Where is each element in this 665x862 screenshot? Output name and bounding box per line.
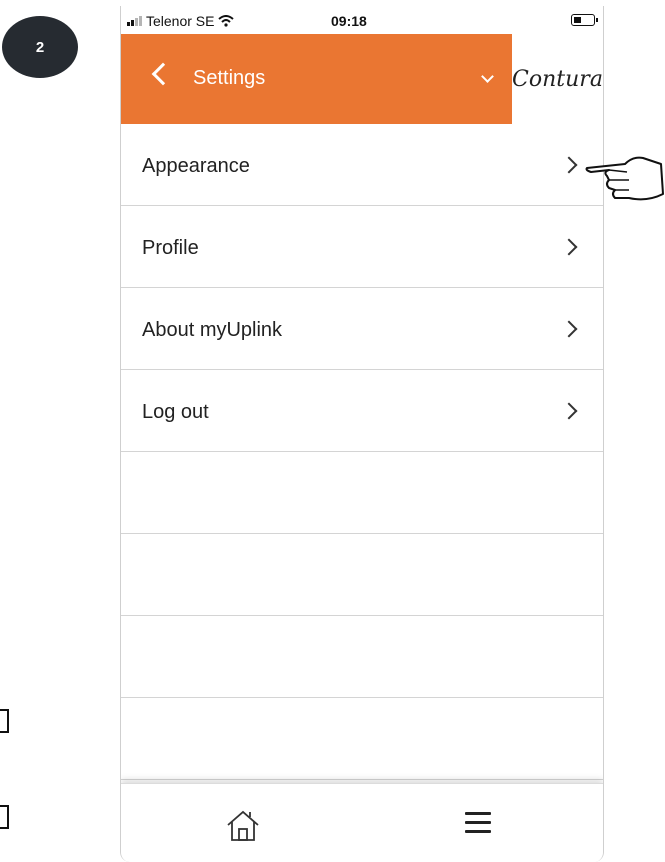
empty-row	[121, 698, 603, 780]
frame-edge-icon	[0, 709, 9, 733]
settings-menu: Appearance Profile About myUplink Log ou…	[121, 124, 603, 780]
app-header: Settings	[121, 34, 512, 124]
wifi-icon	[218, 15, 235, 27]
menu-item-label: Log out	[142, 401, 209, 423]
empty-row	[121, 452, 603, 534]
chevron-left-icon[interactable]	[151, 62, 175, 86]
empty-row	[121, 616, 603, 698]
carrier-label: Telenor SE	[146, 13, 215, 29]
chevron-right-icon	[560, 402, 578, 420]
battery-icon	[571, 14, 598, 26]
hamburger-menu-icon[interactable]	[465, 812, 491, 834]
menu-item-profile[interactable]: Profile	[121, 206, 603, 288]
menu-item-label: Profile	[142, 237, 199, 259]
step-badge: 2	[2, 16, 78, 78]
pointing-hand-icon	[585, 156, 664, 201]
status-time: 09:18	[331, 13, 367, 29]
menu-item-label: Appearance	[142, 155, 250, 177]
status-bar: Telenor SE 09:18	[121, 6, 603, 34]
phone-screen: Telenor SE 09:18 Settings Contura Appear…	[120, 6, 604, 862]
chevron-down-icon[interactable]	[481, 70, 494, 83]
page-title: Settings	[193, 67, 266, 89]
menu-item-about[interactable]: About myUplink	[121, 288, 603, 370]
chevron-right-icon	[560, 320, 578, 338]
menu-item-log-out[interactable]: Log out	[121, 370, 603, 452]
bottom-nav	[121, 783, 603, 862]
home-icon[interactable]	[225, 808, 261, 844]
signal-icon	[127, 16, 142, 26]
chevron-right-icon	[560, 238, 578, 256]
brand-logo: Contura	[512, 34, 603, 124]
chevron-right-icon	[560, 156, 578, 174]
menu-item-appearance[interactable]: Appearance	[121, 124, 603, 206]
empty-row	[121, 534, 603, 616]
menu-item-label: About myUplink	[142, 319, 283, 341]
frame-edge-icon	[0, 805, 9, 829]
